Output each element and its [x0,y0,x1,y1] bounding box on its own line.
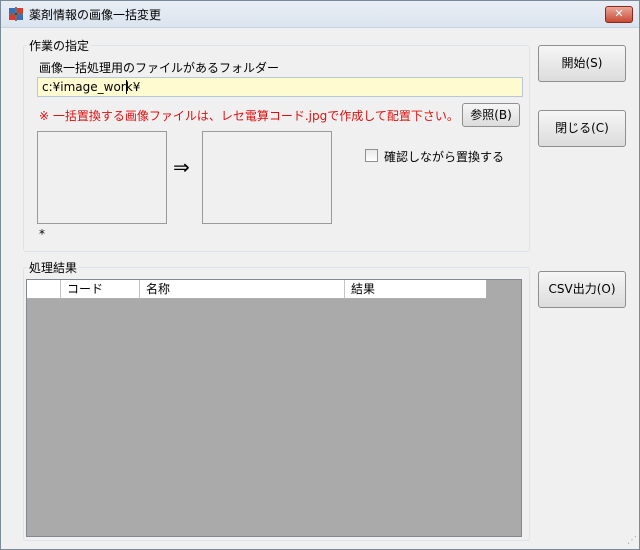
folder-label: 画像一括処理用のファイルがあるフォルダー [39,61,280,75]
title-bar[interactable]: 薬剤情報の画像一括変更 ✕ [1,1,639,28]
text-caret [126,80,127,94]
grid-header-name[interactable]: 名称 [140,280,345,299]
result-grid[interactable]: コード 名称 結果 [26,279,522,537]
csv-export-button[interactable]: CSV出力(O) [538,271,626,308]
grid-header-code[interactable]: コード [61,280,140,299]
before-image-preview [37,131,167,224]
app-icon [9,7,23,21]
instruction-note: ※ 一括置換する画像ファイルは、レセ電算コード.jpgで作成して配置下さい。 [39,109,459,123]
result-group-legend: 処理結果 [29,261,78,275]
window-close-button[interactable]: ✕ [605,6,633,23]
folder-path-input[interactable] [37,77,523,97]
grid-header-rowselector[interactable] [27,280,61,299]
resize-grip-icon[interactable]: ⋰ [625,535,637,547]
grid-header: コード 名称 結果 [27,280,487,300]
start-button[interactable]: 開始(S) [538,45,626,82]
confirm-replace-label[interactable]: 確認しながら置換する [384,148,504,165]
grid-header-result[interactable]: 結果 [345,280,487,299]
arrow-icon: ⇒ [173,155,190,179]
task-group-legend: 作業の指定 [29,39,90,53]
browse-button[interactable]: 参照(B) [462,103,520,127]
main-window: 薬剤情報の画像一括変更 ✕ 作業の指定 画像一括処理用のファイルがあるフォルダー… [0,0,640,550]
after-image-preview [202,131,332,224]
checkbox-box[interactable] [365,149,378,162]
window-title: 薬剤情報の画像一括変更 [29,8,162,22]
close-button[interactable]: 閉じる(C) [538,110,626,147]
asterisk-marker: * [39,227,45,241]
